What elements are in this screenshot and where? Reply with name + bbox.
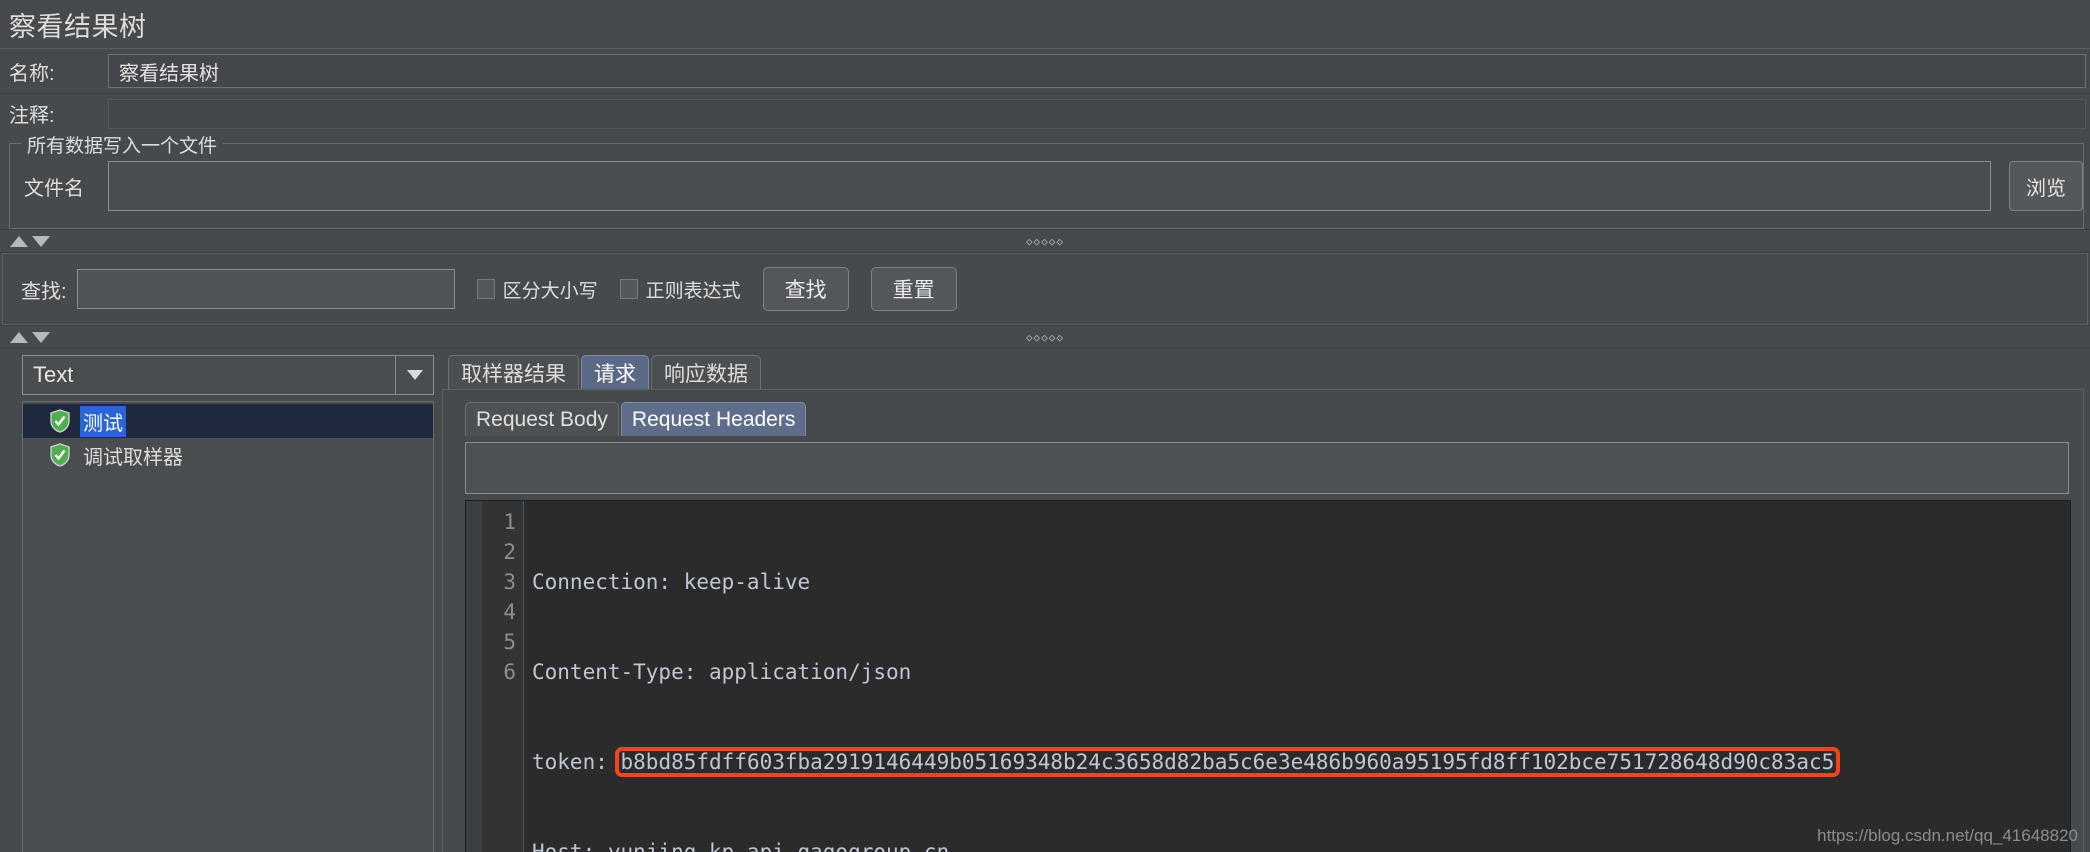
collapse-down-icon-2[interactable] — [32, 331, 50, 343]
reset-button[interactable]: 重置 — [870, 267, 957, 311]
tree-item-debug-sampler[interactable]: 调试取样器 — [23, 438, 433, 472]
splitter-top[interactable]: ◇◇◇◇◇ — [0, 229, 2090, 253]
tree-item-label: 调试取样器 — [83, 446, 183, 469]
tab-response-data[interactable]: 响应数据 — [651, 355, 761, 389]
line-number: 5 — [503, 630, 516, 654]
results-tree[interactable]: 测试 调试取样器 — [22, 401, 434, 852]
code-line-token: token: b8bd85fdff603fba2919146449b051693… — [532, 747, 2070, 777]
tree-item-test[interactable]: 测试 — [23, 404, 433, 438]
token-value: b8bd85fdff603fba2919146449b05169348b24c3… — [620, 750, 1835, 774]
regex-label: 正则表达式 — [645, 280, 741, 302]
request-headers-code-area[interactable]: 1 2 3 4 5 6 Connection: keep-alive Conte… — [465, 500, 2071, 852]
filename-label: 文件名 — [24, 177, 84, 200]
line-number-gutter: 1 2 3 4 5 6 — [482, 501, 524, 852]
code-left-scroll[interactable] — [466, 501, 482, 852]
subtab-request-headers[interactable]: Request Headers — [620, 402, 807, 436]
window-title-bar: 察看结果树 — [0, 0, 2090, 48]
subtab-request-body[interactable]: Request Body — [465, 402, 619, 436]
regex-checkbox-wrap[interactable]: 正则表达式 — [619, 276, 741, 303]
code-text[interactable]: Connection: keep-alive Content-Type: app… — [524, 501, 2070, 852]
splitter-middle[interactable]: ◇◇◇◇◇ — [0, 325, 2090, 349]
shield-check-icon-2 — [49, 443, 71, 467]
name-label: 名称: — [9, 62, 55, 85]
comment-row: 注释: — [0, 93, 2090, 133]
line-number: 6 — [503, 660, 516, 684]
shield-check-icon — [49, 409, 71, 433]
name-row: 名称: 察看结果树 — [0, 48, 2090, 93]
content-search-input[interactable] — [465, 442, 2069, 494]
groupbox-legend: 所有数据写入一个文件 — [21, 131, 224, 158]
search-label: 查找: — [21, 280, 67, 303]
code-line-content-type: Content-Type: application/json — [532, 660, 912, 684]
left-pane: Text 测试 调试取样器 — [2, 349, 434, 852]
tree-item-label: 测试 — [80, 405, 126, 437]
code-line-connection: Connection: keep-alive — [532, 570, 811, 594]
view-selector-value: Text — [33, 362, 74, 387]
splitter-grip-icon[interactable]: ◇◇◇◇◇ — [1026, 235, 1064, 248]
case-sensitive-checkbox[interactable] — [476, 279, 495, 299]
name-input[interactable]: 察看结果树 — [108, 54, 2086, 88]
comment-label: 注释: — [9, 105, 55, 127]
watermark: https://blog.csdn.net/qq_41648820 — [1817, 826, 2078, 845]
comment-input[interactable] — [108, 98, 2086, 129]
request-subtabs: Request Body Request Headers — [453, 398, 2073, 436]
case-sensitive-label: 区分大小写 — [502, 280, 598, 302]
line-number: 4 — [503, 600, 516, 624]
right-pane: 取样器结果 请求 响应数据 Request Body Request Heade… — [434, 349, 2088, 852]
line-number: 3 — [503, 570, 516, 594]
token-key: token: — [532, 750, 621, 774]
browse-button[interactable]: 浏览 — [2009, 161, 2083, 211]
request-panel: Request Body Request Headers 1 2 3 4 5 6 — [442, 389, 2084, 852]
write-all-data-groupbox: 所有数据写入一个文件 文件名 浏览 — [9, 131, 2084, 229]
view-selector-dropdown[interactable]: Text — [22, 355, 434, 395]
view-results-tree-window: 察看结果树 名称: 察看结果树 注释: 所有数据写入一个文件 文件名 浏览 ◇◇… — [0, 0, 2090, 852]
result-tabs: 取样器结果 请求 响应数据 — [434, 355, 2088, 389]
collapse-down-icon[interactable] — [32, 235, 50, 247]
splitter-collapse-arrows-2[interactable] — [0, 331, 50, 343]
line-number: 1 — [503, 510, 516, 534]
line-number: 2 — [503, 540, 516, 564]
splitter-grip-icon-2[interactable]: ◇◇◇◇◇ — [1026, 331, 1064, 344]
tab-request[interactable]: 请求 — [581, 355, 649, 389]
search-input[interactable] — [76, 269, 455, 309]
chevron-down-icon[interactable] — [395, 356, 433, 394]
main-area: Text 测试 调试取样器 取样器结果 请求 响应数据 Request Body… — [2, 349, 2088, 852]
find-button[interactable]: 查找 — [762, 267, 849, 311]
search-panel: 查找: 区分大小写 正则表达式 查找 重置 — [2, 253, 2088, 325]
case-sensitive-checkbox-wrap[interactable]: 区分大小写 — [476, 276, 598, 303]
page-title: 察看结果树 — [9, 11, 147, 42]
splitter-collapse-arrows[interactable] — [0, 235, 50, 247]
filename-row: 文件名 浏览 — [10, 144, 2083, 228]
filename-input[interactable] — [108, 161, 1991, 211]
collapse-up-icon-2[interactable] — [10, 331, 28, 343]
regex-checkbox[interactable] — [619, 279, 638, 299]
collapse-up-icon[interactable] — [10, 235, 28, 247]
tab-sampler-result[interactable]: 取样器结果 — [448, 355, 579, 389]
